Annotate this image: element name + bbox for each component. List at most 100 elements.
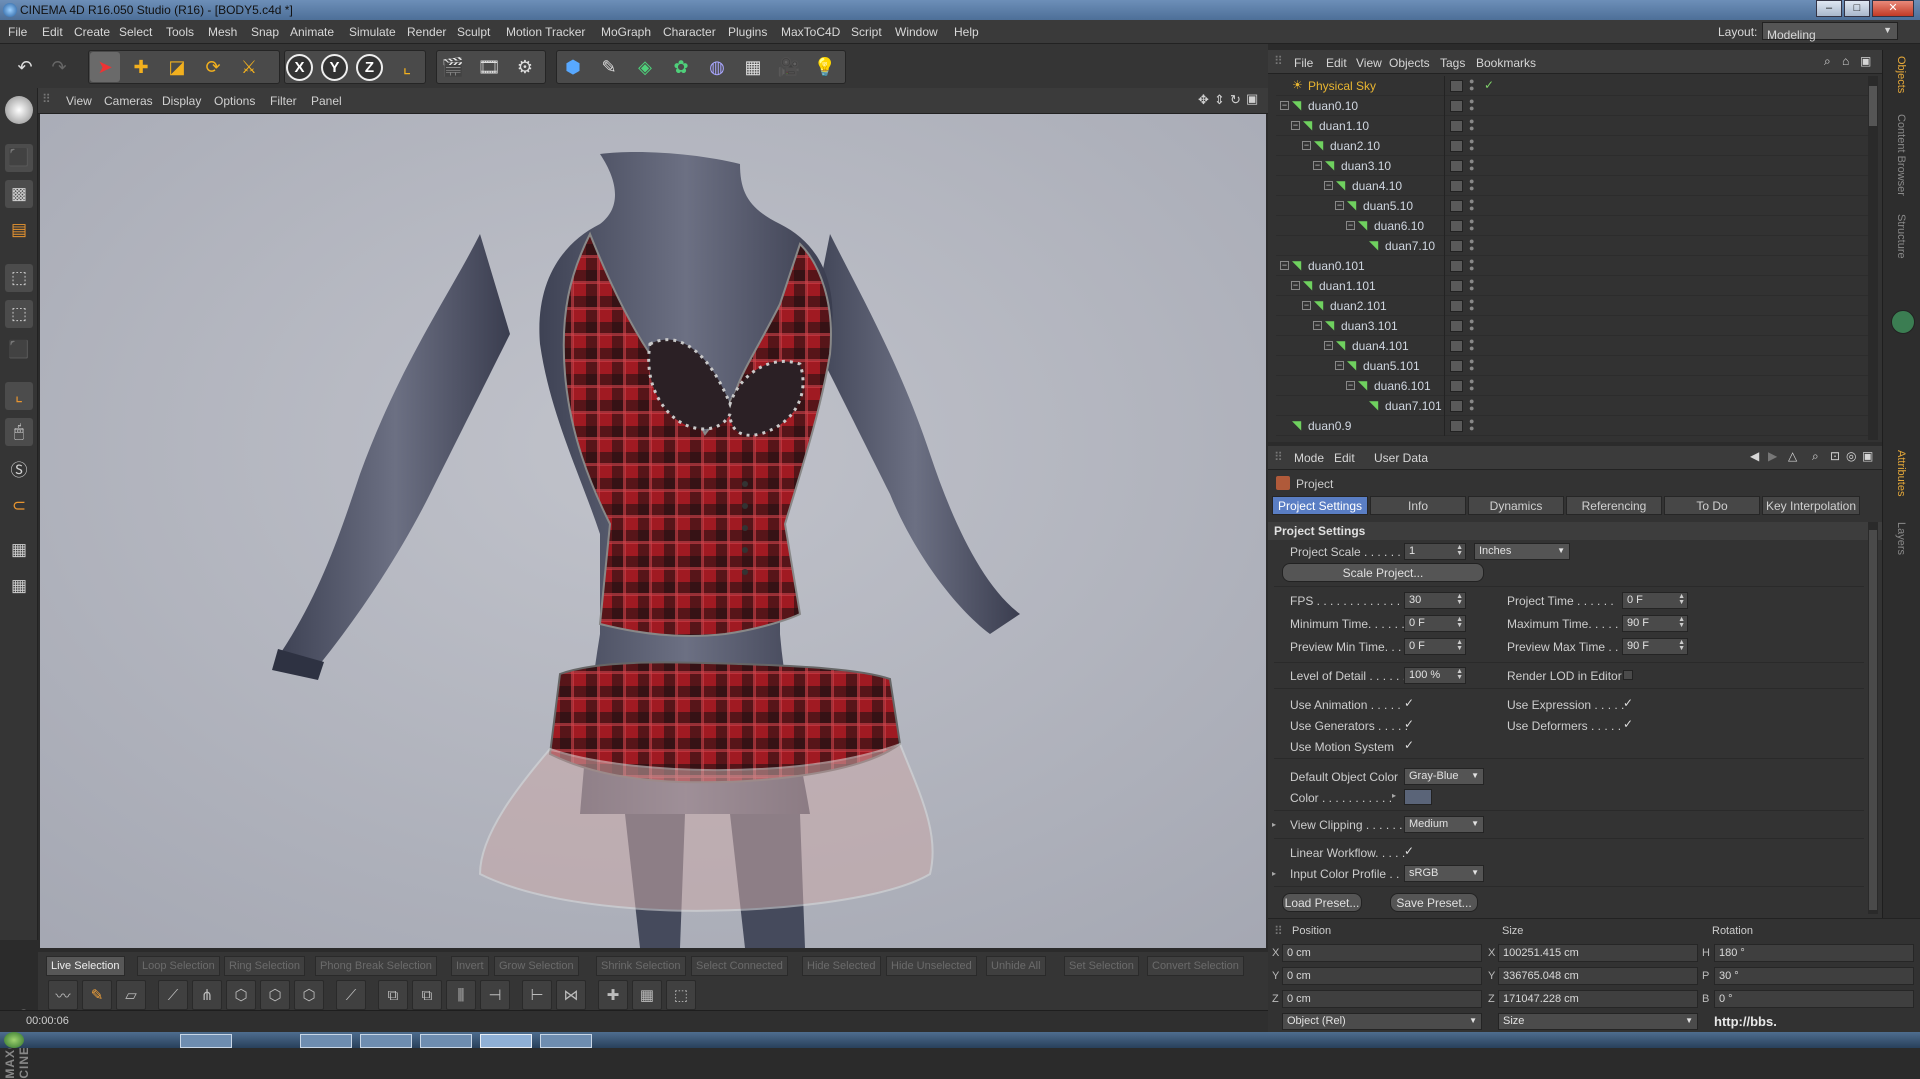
visibility-flags-icon[interactable] [1450,260,1463,272]
visibility-flags-icon[interactable] [1450,200,1463,212]
tab-objects[interactable]: Objects [1895,56,1907,93]
rot-h-field[interactable]: 180 ° [1714,944,1914,962]
scale-project-button[interactable]: Scale Project... [1282,563,1484,582]
toggle-views-icon[interactable]: ▣ [1246,91,1258,107]
grid-snap-icon[interactable]: ▦ [632,980,662,1010]
tree-toggle-icon[interactable]: − [1280,101,1289,110]
editor-render-dots-icon[interactable]: ● ● [1469,317,1474,333]
render-picture-viewer-icon[interactable]: 🎞 [474,52,504,82]
magnet-icon[interactable]: ⋔ [192,980,222,1010]
tree-toggle-icon[interactable]: − [1335,201,1344,210]
om-menu-bookmarks[interactable]: Bookmarks [1476,56,1536,70]
redo-icon[interactable]: ↷ [44,52,74,82]
workplane-mode-icon[interactable]: ▤ [5,216,33,244]
pos-z-field[interactable]: 0 cm [1282,990,1482,1008]
menu-mesh[interactable]: Mesh [208,25,237,39]
object-row[interactable]: − ◥ duan6.10 ● ● [1276,216,1872,236]
viewport-menu-display[interactable]: Display [162,94,201,108]
menu-maxtoc4d[interactable]: MaxToC4D [781,25,840,39]
hide-selected-button[interactable]: Hide Selected [802,956,881,976]
up-arrow-icon[interactable]: △ [1788,449,1797,463]
forward-arrow-icon[interactable]: ▶ [1768,449,1777,463]
menu-character[interactable]: Character [663,25,716,39]
x-axis-lock-icon[interactable]: X [286,54,313,81]
visibility-flags-icon[interactable] [1450,400,1463,412]
floor-icon[interactable]: ▦ [738,52,768,82]
size-x-field[interactable]: 100251.415 cm [1498,944,1698,962]
select-connected-button[interactable]: Select Connected [691,956,788,976]
expand-arrow-icon[interactable]: ▸ [1392,791,1396,800]
menu-script[interactable]: Script [851,25,882,39]
taskbar-item[interactable] [360,1034,412,1048]
om-menu-edit[interactable]: Edit [1326,56,1347,70]
rotate-icon[interactable]: ⟳ [198,52,228,82]
menu-render[interactable]: Render [407,25,446,39]
make-editable-icon[interactable] [5,96,33,124]
deformer-icon[interactable]: ◍ [702,52,732,82]
render-view-icon[interactable]: 🎬 [438,52,468,82]
editor-render-dots-icon[interactable]: ● ● [1469,397,1474,413]
object-row[interactable]: − ◥ duan6.101 ● ● [1276,376,1872,396]
texture-mode-icon[interactable]: ▩ [5,180,33,208]
editor-render-dots-icon[interactable]: ● ● [1469,97,1474,113]
object-row[interactable]: − ◥ duan5.10 ● ● [1276,196,1872,216]
search-icon[interactable]: ⌕ [1824,54,1831,69]
move-icon[interactable]: ✚ [126,52,156,82]
project-scale-unit-select[interactable]: Inches ▼ [1474,543,1570,560]
optimize-icon[interactable]: ⬚ [666,980,696,1010]
visibility-flags-icon[interactable] [1450,240,1463,252]
visibility-flags-icon[interactable] [1450,120,1463,132]
menu-file[interactable]: File [8,25,27,39]
editor-render-dots-icon[interactable]: ● ● [1469,157,1474,173]
editor-render-dots-icon[interactable]: ● ● [1469,337,1474,353]
render-settings-icon[interactable]: ⚙ [510,52,540,82]
new-window-icon[interactable]: ▣ [1862,449,1873,463]
polygons-mode-icon[interactable]: ⬛ [5,336,33,364]
lock-icon[interactable]: ⊡ [1830,449,1840,463]
menu-create[interactable]: Create [74,25,110,39]
weld-icon[interactable]: ⧉ [412,980,442,1010]
knife-tool-icon[interactable]: ⚔ [234,52,264,82]
tab-project-settings[interactable]: Project Settings [1272,496,1368,515]
tree-toggle-icon[interactable]: − [1324,341,1333,350]
tab-dynamics[interactable]: Dynamics [1468,496,1564,515]
menu-motion-tracker[interactable]: Motion Tracker [506,25,585,39]
set-selection-button[interactable]: Set Selection [1064,956,1139,976]
mirror-icon[interactable]: ⊢ [522,980,552,1010]
menu-edit[interactable]: Edit [42,25,63,39]
visibility-flags-icon[interactable] [1450,360,1463,372]
rotate-view-icon[interactable]: ↻ [1230,92,1241,108]
taskbar-item[interactable] [300,1034,352,1048]
color-swatch[interactable] [1404,789,1432,805]
tab-info[interactable]: Info [1370,496,1466,515]
visibility-flags-icon[interactable] [1450,280,1463,292]
enable-axis-icon[interactable]: ⌞ [5,382,33,410]
expand-arrow-icon[interactable]: ▸ [1272,869,1276,878]
editor-render-dots-icon[interactable]: ● ● [1469,357,1474,373]
menu-tools[interactable]: Tools [166,25,194,39]
object-row[interactable]: − ◥ duan1.101 ● ● [1276,276,1872,296]
editor-render-dots-icon[interactable]: ● ● [1469,137,1474,153]
enabled-check-icon[interactable]: ✓ [1484,78,1494,92]
use-expression-checkbox[interactable]: ✓ [1623,697,1635,710]
viewport-menu-options[interactable]: Options [214,94,255,108]
phong-break-selection-button[interactable]: Phong Break Selection [315,956,437,976]
spline-tool-icon[interactable]: 〰 [48,980,78,1010]
planar-workplane-icon[interactable]: ▦ [5,572,33,600]
object-row[interactable]: − ◥ duan0.10 ● ● [1276,96,1872,116]
input-color-profile-select[interactable]: sRGB ▼ [1404,865,1484,882]
linear-workflow-checkbox[interactable]: ✓ [1404,845,1416,858]
object-row[interactable]: − ◥ duan5.101 ● ● [1276,356,1872,376]
minimize-button[interactable]: – [1816,0,1842,17]
visibility-flags-icon[interactable] [1450,160,1463,172]
editor-render-dots-icon[interactable]: ● ● [1469,377,1474,393]
scale-icon[interactable]: ◪ [162,52,192,82]
object-row[interactable]: − ◥ duan1.10 ● ● [1276,116,1872,136]
tree-toggle-icon[interactable]: − [1291,121,1300,130]
taskbar-item[interactable] [540,1034,592,1048]
edges-mode-icon[interactable]: ⬚ [5,300,33,328]
use-motion-system-checkbox[interactable]: ✓ [1404,739,1416,752]
maximum-time-field[interactable]: 90 F ▲ ▼ [1622,615,1688,632]
start-button[interactable] [4,1032,24,1048]
om-menu-file[interactable]: File [1294,56,1313,70]
